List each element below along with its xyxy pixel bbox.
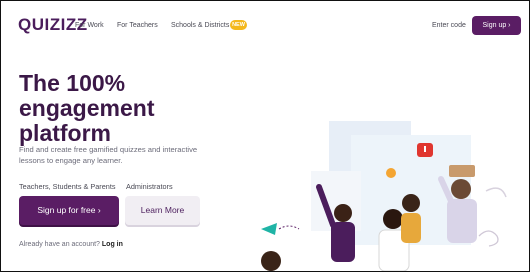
hero-subtitle: Find and create free gamified quizzes an… [19, 145, 198, 165]
nav-link-schools-districts[interactable]: Schools & Districts [171, 22, 229, 29]
cloud-doodle [478, 230, 499, 247]
bg-panel-3 [311, 171, 361, 231]
hero-illustration [261, 121, 507, 271]
student-orange [401, 194, 421, 243]
nav-link-for-work[interactable]: For Work [75, 22, 104, 29]
star-icon [386, 168, 396, 178]
tab-teachers-students-parents[interactable]: Teachers, Students & Parents [19, 182, 116, 191]
enter-code-link[interactable]: Enter code [432, 22, 466, 29]
hero-title-line-3: platform [19, 120, 111, 146]
learn-more-button[interactable]: Learn More [125, 196, 200, 225]
chat-bubble-icon [417, 143, 433, 157]
hero-title-line-2: engagement [19, 95, 155, 121]
top-navbar: QUIZIZZ For Work For Teachers Schools & … [1, 1, 529, 47]
hero-title: The 100% engagement platform [19, 71, 249, 146]
tab-administrators[interactable]: Administrators [126, 182, 173, 191]
page: QUIZIZZ For Work For Teachers Schools & … [0, 0, 530, 272]
paper-plane-icon [261, 223, 277, 235]
nav-link-for-teachers[interactable]: For Teachers [117, 22, 158, 29]
login-link[interactable]: Log in [102, 241, 123, 248]
signup-nav-button[interactable]: Sign up › [472, 16, 521, 35]
student-bottom-left [261, 251, 281, 271]
hero-title-line-1: The 100% [19, 70, 126, 96]
login-prompt-text: Already have an account? [19, 241, 100, 248]
login-prompt: Already have an account? Log in [19, 241, 123, 248]
new-badge: NEW [230, 20, 247, 30]
signup-free-button[interactable]: Sign up for free › [19, 196, 119, 225]
